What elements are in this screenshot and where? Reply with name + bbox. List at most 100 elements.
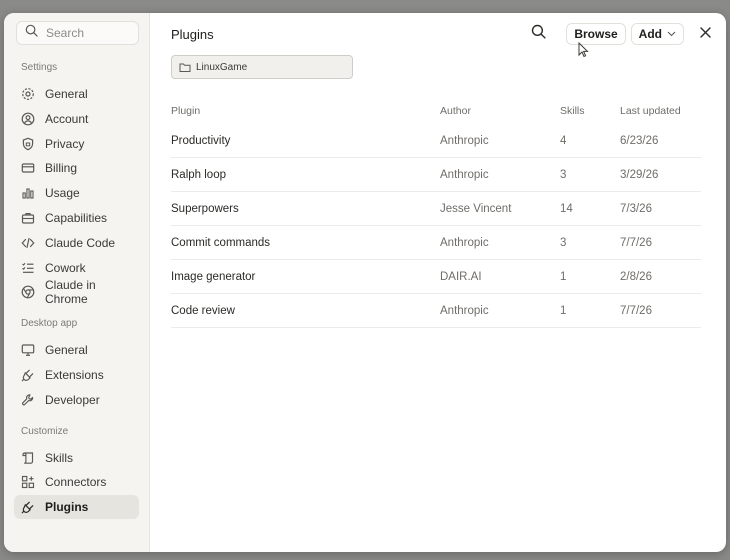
bar-chart-icon <box>21 186 35 200</box>
monitor-icon <box>21 343 35 357</box>
sidebar-item-account[interactable]: Account <box>14 107 139 131</box>
sidebar-item-label: Extensions <box>45 367 104 382</box>
sidebar-item-desktop-general[interactable]: General <box>14 338 139 362</box>
plugin-skills: 3 <box>560 225 620 260</box>
plugin-name: Superpowers <box>171 191 440 226</box>
sidebar-item-label: Plugins <box>45 500 89 515</box>
sidebar-item-general[interactable]: General <box>14 82 139 106</box>
sidebar-item-label: Privacy <box>45 136 85 151</box>
plugin-name: Ralph loop <box>171 157 440 192</box>
search-input[interactable] <box>46 26 136 40</box>
sidebar-item-skills[interactable]: Skills <box>14 446 139 470</box>
sidebar-item-claude-in-chrome[interactable]: Claude in Chrome <box>14 278 139 307</box>
plugin-author: Anthropic <box>440 124 560 158</box>
plugin-name: Image generator <box>171 259 440 294</box>
sidebar-item-label: Developer <box>45 392 100 407</box>
sidebar-item-label: Capabilities <box>45 210 108 225</box>
section-title-settings: Settings <box>21 62 58 73</box>
plug-icon <box>21 500 35 514</box>
sidebar-item-label: Claude Code <box>45 235 116 250</box>
sidebar-item-billing[interactable]: Billing <box>14 156 139 180</box>
plugin-skills: 1 <box>560 293 620 328</box>
sidebar-item-label: Usage <box>45 186 80 201</box>
plugin-skills: 1 <box>560 259 620 294</box>
page-title: Plugins <box>171 27 214 42</box>
credit-card-icon <box>21 161 35 175</box>
plugin-name: Commit commands <box>171 225 440 260</box>
table-row[interactable]: Superpowers Jesse Vincent 14 7/3/26 <box>171 191 701 226</box>
plugin-skills: 4 <box>560 124 620 158</box>
mouse-cursor-icon <box>578 41 589 63</box>
folder-icon <box>179 62 191 73</box>
close-button[interactable] <box>694 23 716 45</box>
column-header-author[interactable]: Author <box>440 98 560 124</box>
plugin-author: Anthropic <box>440 225 560 260</box>
table-row[interactable]: Commit commands Anthropic 3 7/7/26 <box>171 225 701 260</box>
section-title-customize: Customize <box>21 425 69 437</box>
grid-plus-icon <box>21 475 35 489</box>
search-icon <box>531 24 546 44</box>
shield-icon <box>21 137 35 151</box>
plugin-author: Anthropic <box>440 157 560 192</box>
plugin-skills: 3 <box>560 157 620 192</box>
sidebar-item-capabilities[interactable]: Capabilities <box>14 206 139 230</box>
top-actions: Browse Add <box>527 23 716 45</box>
sidebar-item-label: General <box>45 343 88 358</box>
main-panel: Plugins LinuxGame Browse Add Plugin Auth <box>150 13 726 552</box>
sidebar-item-label: General <box>45 87 88 101</box>
table-row[interactable]: Code review Anthropic 1 7/7/26 <box>171 293 701 328</box>
browse-button[interactable]: Browse <box>566 23 626 45</box>
plugin-author: DAIR.AI <box>440 259 560 294</box>
user-circle-icon <box>21 112 35 126</box>
briefcase-icon <box>21 211 35 225</box>
plugin-updated: 7/7/26 <box>620 225 701 260</box>
wrench-icon <box>21 393 35 407</box>
sidebar-item-privacy[interactable]: Privacy <box>14 132 139 156</box>
plugin-skills: 14 <box>560 191 620 226</box>
folder-chip[interactable]: LinuxGame <box>171 55 353 79</box>
sidebar-item-label: Connectors <box>45 475 107 490</box>
sidebar-item-extensions[interactable]: Extensions <box>14 363 139 387</box>
chrome-icon <box>21 285 35 299</box>
settings-window: Settings General Account Privacy Billing… <box>4 13 726 552</box>
section-title-desktop-app: Desktop app <box>21 318 78 330</box>
search-button[interactable] <box>527 23 549 45</box>
gear-icon <box>21 87 35 101</box>
table-row[interactable]: Productivity Anthropic 4 6/23/26 <box>171 124 701 158</box>
column-header-plugin[interactable]: Plugin <box>171 98 440 124</box>
plugin-updated: 3/29/26 <box>620 157 701 192</box>
plugin-updated: 6/23/26 <box>620 124 701 158</box>
sidebar-item-label: Cowork <box>45 260 86 275</box>
plugin-updated: 7/3/26 <box>620 191 701 226</box>
sidebar: Settings General Account Privacy Billing… <box>4 13 150 552</box>
plugin-updated: 7/7/26 <box>620 293 701 328</box>
plugins-table: Plugin Author Skills Last updated Produc… <box>171 98 701 328</box>
close-icon <box>699 25 711 43</box>
sidebar-item-claude-code[interactable]: Claude Code <box>14 231 139 255</box>
sidebar-item-label: Skills <box>45 450 74 465</box>
sidebar-item-plugins[interactable]: Plugins <box>14 495 139 520</box>
plugin-author: Anthropic <box>440 293 560 328</box>
sidebar-item-cowork[interactable]: Cowork <box>14 256 139 280</box>
plug-icon <box>21 368 35 382</box>
sidebar-item-connectors[interactable]: Connectors <box>14 470 139 494</box>
table-row[interactable]: Ralph loop Anthropic 3 3/29/26 <box>171 157 701 192</box>
checklist-icon <box>21 261 35 275</box>
sidebar-item-usage[interactable]: Usage <box>14 181 139 205</box>
table-row[interactable]: Image generator DAIR.AI 1 2/8/26 <box>171 259 701 294</box>
add-button-label: Add <box>638 27 662 41</box>
sidebar-item-developer[interactable]: Developer <box>14 388 139 412</box>
folder-label: LinuxGame <box>196 61 248 73</box>
table-header-row: Plugin Author Skills Last updated <box>171 98 701 124</box>
add-button[interactable]: Add <box>630 23 684 45</box>
code-icon <box>21 236 35 250</box>
column-header-last-updated[interactable]: Last updated <box>620 98 701 124</box>
search-icon <box>25 24 38 42</box>
plugin-name: Productivity <box>171 124 440 158</box>
scroll-icon <box>21 451 35 465</box>
chevron-down-icon <box>667 31 676 37</box>
sidebar-item-label: Claude in Chrome <box>45 278 96 307</box>
plugin-author: Jesse Vincent <box>440 191 560 226</box>
column-header-skills[interactable]: Skills <box>560 98 620 124</box>
sidebar-search[interactable] <box>16 21 139 45</box>
